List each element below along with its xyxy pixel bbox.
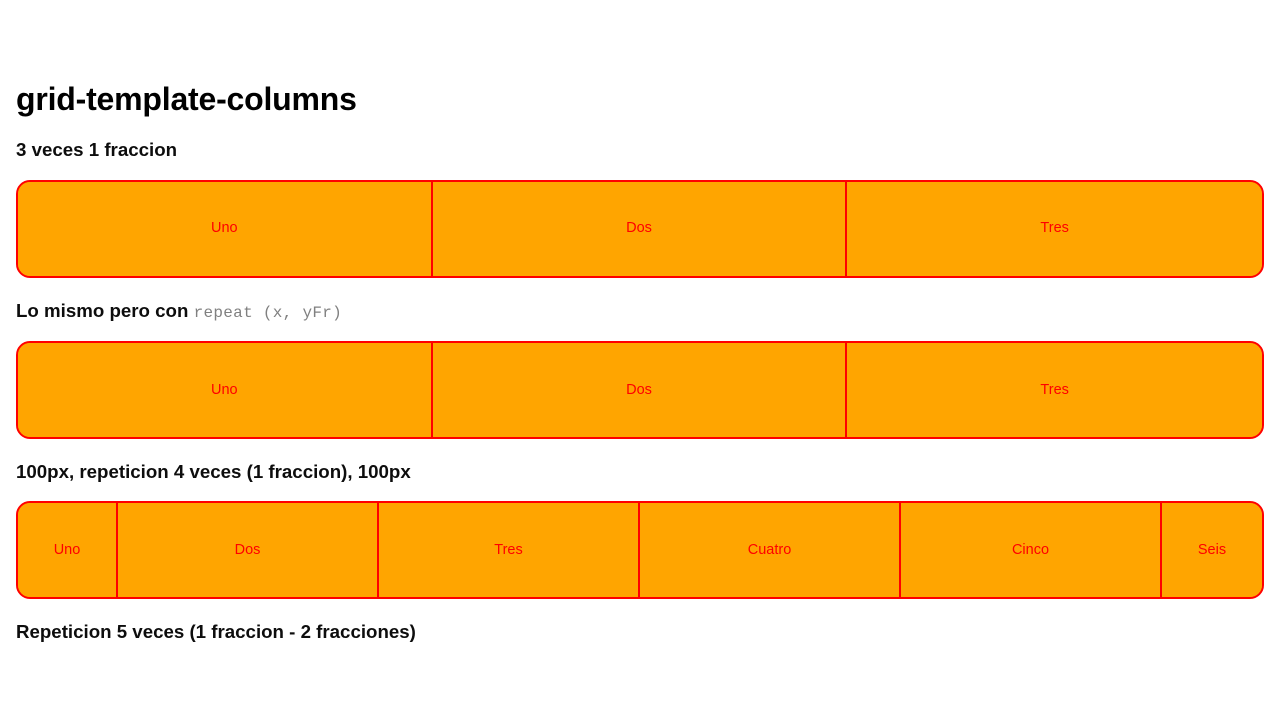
section-heading-mixed: 100px, repeticion 4 veces (1 fraccion), … [16, 439, 1264, 483]
grid-demo-thirds: Uno Dos Tres [16, 179, 1264, 278]
grid-demo-repeat: Uno Dos Tres [16, 340, 1264, 439]
grid-cell: Seis [1162, 503, 1262, 598]
section-heading-weighted-text: Repeticion 5 veces (1 fraccion - 2 fracc… [16, 621, 416, 643]
grid-cell: Uno [18, 181, 433, 276]
grid-cell: Cinco [901, 503, 1162, 598]
grid-cell: Dos [118, 503, 379, 598]
grid-cell-label: Tres [1040, 220, 1069, 237]
grid-cell: Dos [432, 181, 848, 276]
grid-cell: Tres [847, 181, 1262, 276]
grid-cell-label: Tres [1040, 381, 1069, 398]
grid-cell: Uno [18, 342, 433, 437]
grid-cell-label: Tres [494, 542, 523, 558]
page-title: grid-template-columns [16, 81, 357, 117]
grid-cell-label: Dos [234, 542, 261, 558]
grid-cell-label: Uno [211, 220, 238, 237]
grid-cell-label: Cuatro [747, 542, 792, 558]
grid-demo-mixed: Uno Dos Tres Cuatro Cinco Seis [16, 501, 1264, 600]
grid-cell-label: Dos [626, 220, 652, 237]
grid-cell-label: Seis [1197, 542, 1227, 558]
grid-cell-label: Cinco [1011, 542, 1050, 558]
grid-cell: Tres [379, 503, 640, 598]
grid-cell-label: Dos [626, 381, 652, 398]
section-heading-thirds-text: 3 veces 1 fraccion [16, 139, 178, 161]
grid-cell-label: Uno [211, 381, 238, 398]
section-heading-repeat: Lo mismo pero con repeat (x, yFr) [16, 278, 1264, 323]
section-heading-weighted: Repeticion 5 veces (1 fraccion - 2 fracc… [16, 599, 1264, 643]
grid-cell: Tres [847, 342, 1262, 437]
section-heading-thirds: 3 veces 1 fraccion [16, 117, 1264, 161]
grid-cell-label: Uno [53, 542, 81, 558]
grid-cell: Cuatro [640, 503, 901, 598]
section-heading-repeat-text: Lo mismo pero con [16, 299, 194, 321]
section-heading-repeat-code: repeat (x, yFr) [193, 303, 343, 322]
grid-cell: Dos [432, 342, 848, 437]
section-heading-mixed-text: 100px, repeticion 4 veces (1 fraccion), … [16, 460, 411, 482]
grid-cell: Uno [18, 503, 118, 598]
page-bottom-spacer [16, 644, 1264, 684]
